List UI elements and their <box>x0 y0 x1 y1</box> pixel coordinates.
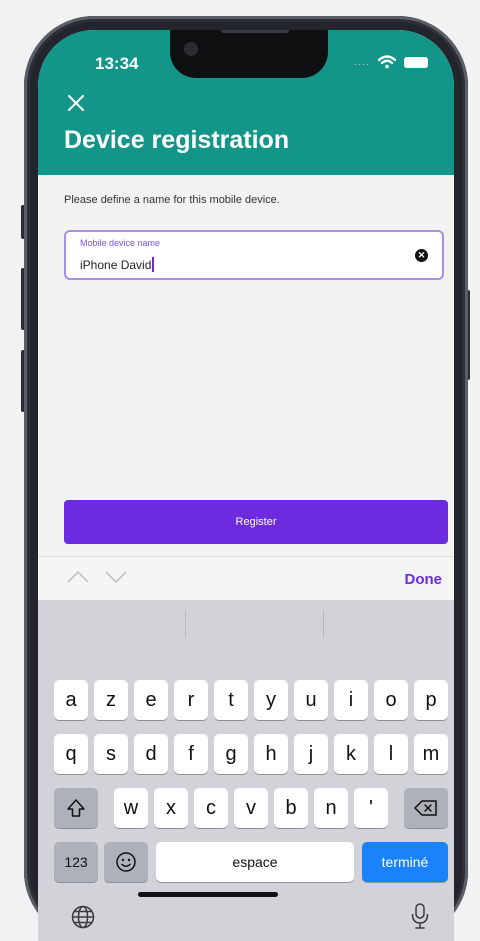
globe-icon[interactable] <box>70 904 96 930</box>
key[interactable]: q <box>54 734 88 774</box>
emoji-icon <box>116 852 136 872</box>
phone-screen: 13:34 .... Device registration Please de… <box>38 30 454 941</box>
text-cursor <box>152 257 155 272</box>
key[interactable]: e <box>134 680 168 720</box>
numbers-key[interactable]: 123 <box>54 842 98 882</box>
close-icon[interactable] <box>65 92 87 114</box>
key[interactable]: w <box>114 788 148 828</box>
key[interactable]: o <box>374 680 408 720</box>
done-button[interactable]: Done <box>405 571 443 588</box>
key[interactable]: t <box>214 680 248 720</box>
key[interactable]: u <box>294 680 328 720</box>
shift-icon <box>67 799 85 817</box>
key[interactable]: f <box>174 734 208 774</box>
device-name-input[interactable]: iPhone David <box>80 257 155 272</box>
key[interactable]: p <box>414 680 448 720</box>
key[interactable]: g <box>214 734 248 774</box>
prediction-divider <box>185 610 186 638</box>
home-indicator <box>138 892 278 897</box>
key[interactable]: m <box>414 734 448 774</box>
battery-icon <box>404 56 428 68</box>
return-key[interactable]: terminé <box>362 842 448 882</box>
key[interactable]: j <box>294 734 328 774</box>
register-button[interactable]: Register <box>64 500 448 544</box>
key[interactable]: v <box>234 788 268 828</box>
camera <box>184 42 198 56</box>
wifi-icon <box>378 55 396 69</box>
key[interactable]: k <box>334 734 368 774</box>
key[interactable]: c <box>194 788 228 828</box>
key[interactable]: x <box>154 788 188 828</box>
signal-dots: .... <box>353 56 370 68</box>
prediction-divider <box>323 610 324 638</box>
key[interactable]: b <box>274 788 308 828</box>
device-name-value: iPhone David <box>80 257 152 272</box>
key[interactable]: h <box>254 734 288 774</box>
clear-icon[interactable]: ✕ <box>415 249 428 262</box>
keyboard-toolbar: Done <box>38 556 454 601</box>
speaker <box>221 30 289 33</box>
backspace-key[interactable] <box>404 788 448 828</box>
key[interactable]: l <box>374 734 408 774</box>
key[interactable]: n <box>314 788 348 828</box>
instruction-text: Please define a name for this mobile dev… <box>64 194 280 206</box>
key[interactable]: a <box>54 680 88 720</box>
key[interactable]: d <box>134 734 168 774</box>
chevron-up-icon[interactable] <box>66 567 90 587</box>
device-name-field[interactable]: Mobile device name iPhone David ✕ <box>64 230 444 280</box>
key[interactable]: r <box>174 680 208 720</box>
keyboard: a z e r t y u i o p q s d f g h j k l m … <box>38 600 454 941</box>
emoji-key[interactable] <box>104 842 148 882</box>
space-key[interactable]: espace <box>156 842 354 882</box>
microphone-icon[interactable] <box>410 902 430 930</box>
status-time: 13:34 <box>95 54 139 73</box>
key[interactable]: y <box>254 680 288 720</box>
key[interactable]: ' <box>354 788 388 828</box>
device-name-label: Mobile device name <box>80 238 161 248</box>
key[interactable]: z <box>94 680 128 720</box>
page-title: Device registration <box>64 126 290 154</box>
key[interactable]: i <box>334 680 368 720</box>
shift-key[interactable] <box>54 788 98 828</box>
key[interactable]: s <box>94 734 128 774</box>
status-icons: .... <box>354 55 428 69</box>
backspace-icon <box>414 800 437 816</box>
chevron-down-icon[interactable] <box>104 567 128 587</box>
